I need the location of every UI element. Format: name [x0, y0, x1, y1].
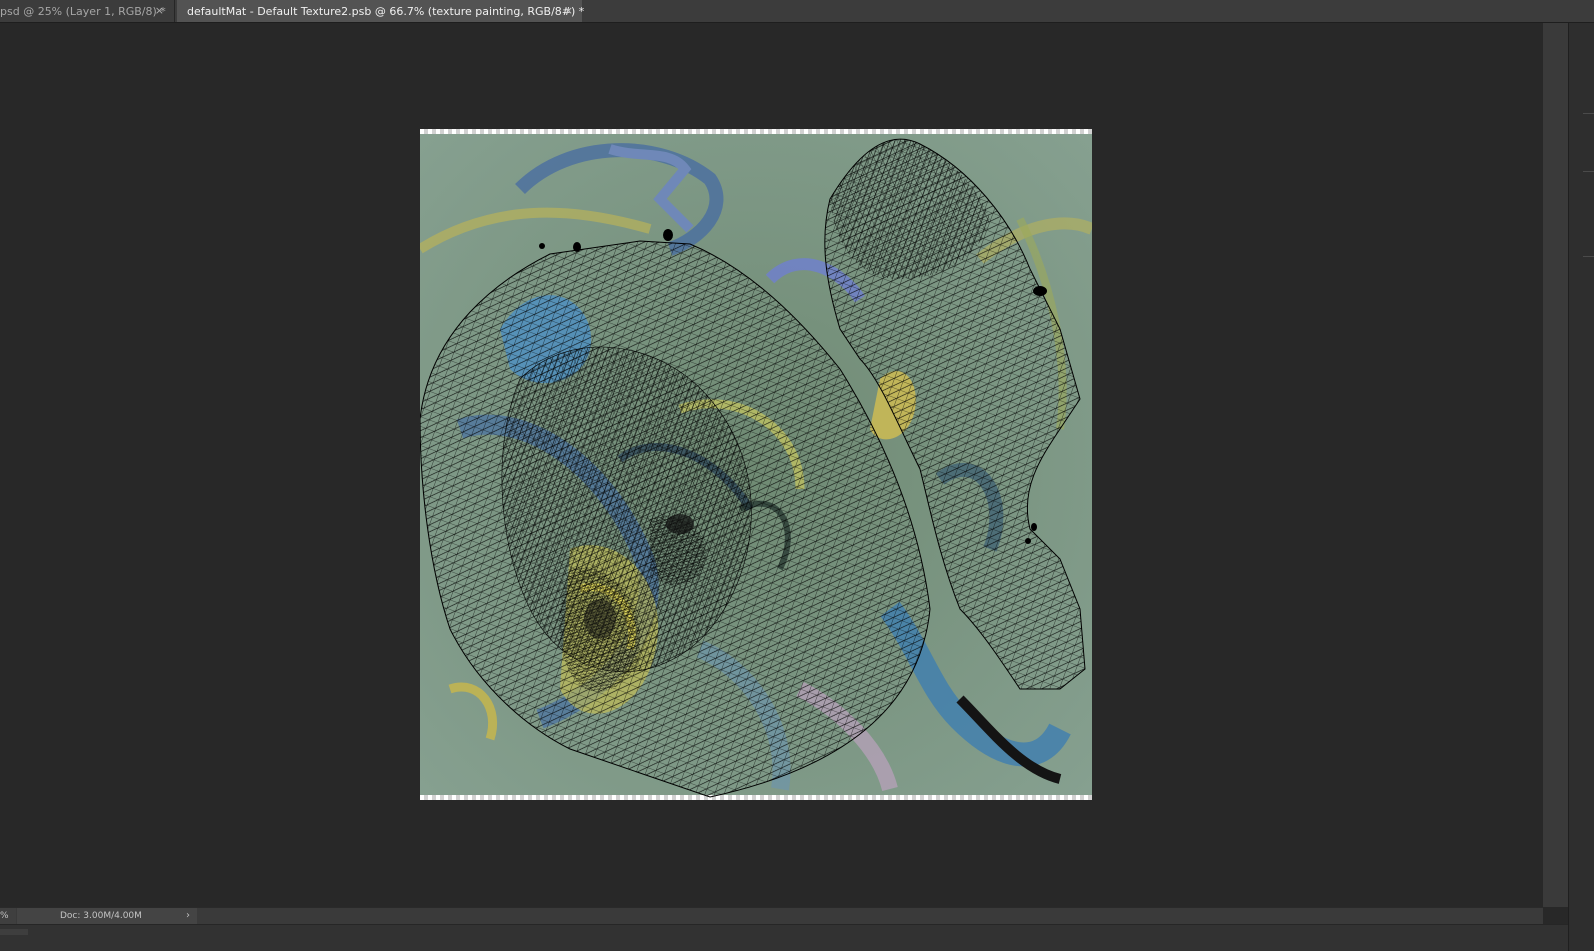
close-icon[interactable]: ×	[564, 4, 573, 18]
tab-label: psd @ 25% (Layer 1, RGB/8) *	[0, 4, 166, 18]
document-canvas[interactable]	[420, 129, 1092, 800]
panel-divider	[1583, 113, 1594, 114]
tab-document-1[interactable]: psd @ 25% (Layer 1, RGB/8) * ×	[0, 0, 175, 22]
panel-divider	[1583, 171, 1594, 172]
tab-label: defaultMat - Default Texture2.psb @ 66.7…	[187, 4, 585, 18]
close-icon[interactable]: ×	[155, 4, 164, 18]
right-panel-strip[interactable]	[1568, 23, 1594, 951]
texture-painting-image	[420, 129, 1092, 800]
doc-size-info: Doc: 3.00M/4.00M	[17, 908, 197, 924]
chevron-right-icon[interactable]: ›	[186, 908, 190, 924]
zoom-level-field[interactable]: %	[0, 908, 16, 924]
vertical-scrollbar[interactable]	[1543, 23, 1568, 907]
bottom-panel-bar	[0, 924, 1568, 951]
panel-tab-handle[interactable]	[0, 929, 28, 935]
panel-divider	[1583, 256, 1594, 257]
document-tab-bar: psd @ 25% (Layer 1, RGB/8) * × defaultMa…	[0, 0, 1594, 23]
photoshop-window: psd @ 25% (Layer 1, RGB/8) * × defaultMa…	[0, 0, 1594, 951]
tab-document-active[interactable]: defaultMat - Default Texture2.psb @ 66.7…	[177, 0, 585, 22]
status-bar: % Doc: 3.00M/4.00M ›	[0, 907, 1543, 924]
